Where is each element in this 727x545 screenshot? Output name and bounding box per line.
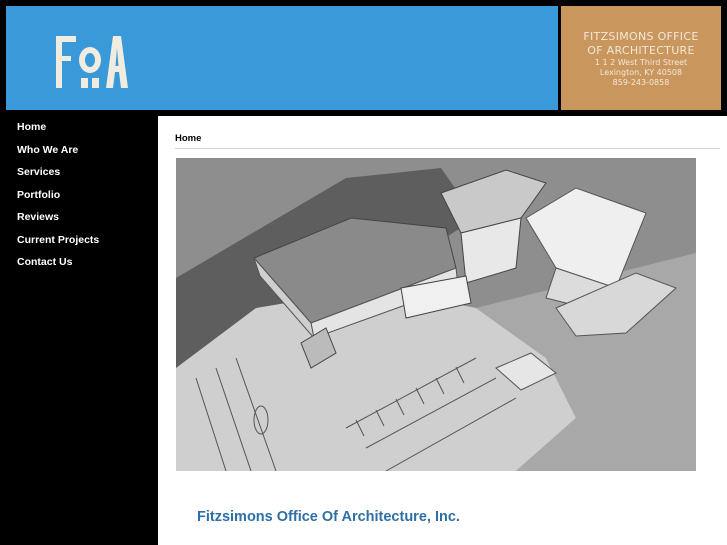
header-logo-panel (6, 6, 558, 110)
firm-name-line2: of Architecture (587, 44, 695, 57)
foa-logo[interactable] (54, 30, 138, 94)
aerial-rendering-graphic (176, 158, 696, 471)
nav-item-home[interactable]: Home (0, 116, 156, 139)
address-street: 1 1 2 West Third Street (594, 58, 688, 67)
firm-name-line1: Fitzsimons Office (583, 30, 699, 43)
hero-rendering-image (176, 158, 696, 471)
header-address-panel: Fitzsimons Office of Architecture 1 1 2 … (561, 6, 721, 110)
nav-item-portfolio[interactable]: Portfolio (0, 184, 156, 207)
main-content: Home Fitzsimons Office Of Architecture, … (158, 116, 727, 545)
nav-item-current-projects[interactable]: Current Projects (0, 229, 156, 252)
nav-item-who-we-are[interactable]: Who We Are (0, 139, 156, 162)
nav-item-contact-us[interactable]: Contact Us (0, 251, 156, 274)
sidebar-nav: Home Who We Are Services Portfolio Revie… (0, 116, 156, 274)
address-city: Lexington, KY 40508 (599, 68, 683, 77)
nav-item-services[interactable]: Services (0, 161, 156, 184)
breadcrumb: Home (175, 128, 720, 149)
phone-number: 859-243-0858 (612, 78, 670, 87)
page-title: Fitzsimons Office Of Architecture, Inc. (197, 509, 460, 525)
breadcrumb-current: Home (175, 133, 202, 144)
nav-item-reviews[interactable]: Reviews (0, 206, 156, 229)
